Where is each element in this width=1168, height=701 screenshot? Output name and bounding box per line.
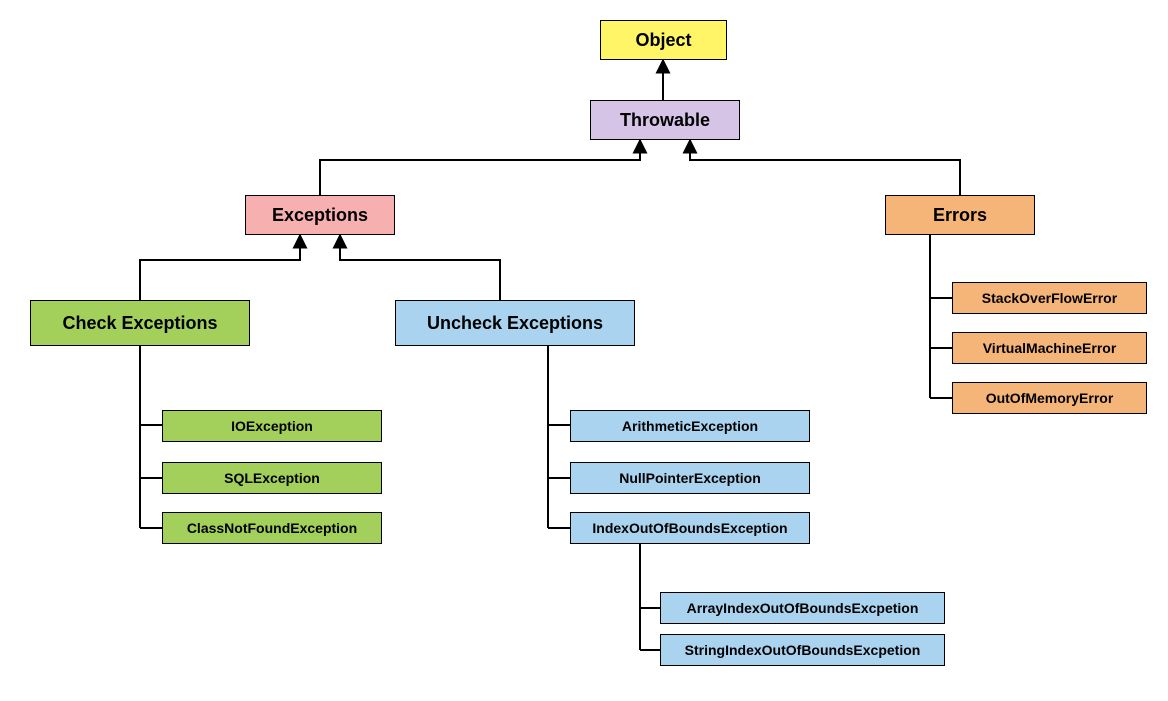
node-errors: Errors	[885, 195, 1035, 235]
node-stackoverflow: StackOverFlowError	[952, 282, 1147, 314]
node-sqlexception: SQLException	[162, 462, 382, 494]
node-arithmetic: ArithmeticException	[570, 410, 810, 442]
node-check-exceptions: Check Exceptions	[30, 300, 250, 346]
node-object: Object	[600, 20, 727, 60]
node-arrayindexoob: ArrayIndexOutOfBoundsExcpetion	[660, 592, 945, 624]
node-ioexception: IOException	[162, 410, 382, 442]
node-nullpointer: NullPointerException	[570, 462, 810, 494]
node-stringindexoob: StringIndexOutOfBoundsExcpetion	[660, 634, 945, 666]
node-classnotfound: ClassNotFoundException	[162, 512, 382, 544]
node-uncheck-exceptions: Uncheck Exceptions	[395, 300, 635, 346]
node-indexoutofbounds: IndexOutOfBoundsException	[570, 512, 810, 544]
node-virtualmachine: VirtualMachineError	[952, 332, 1147, 364]
node-throwable: Throwable	[590, 100, 740, 140]
node-outofmemory: OutOfMemoryError	[952, 382, 1147, 414]
node-exceptions: Exceptions	[245, 195, 395, 235]
